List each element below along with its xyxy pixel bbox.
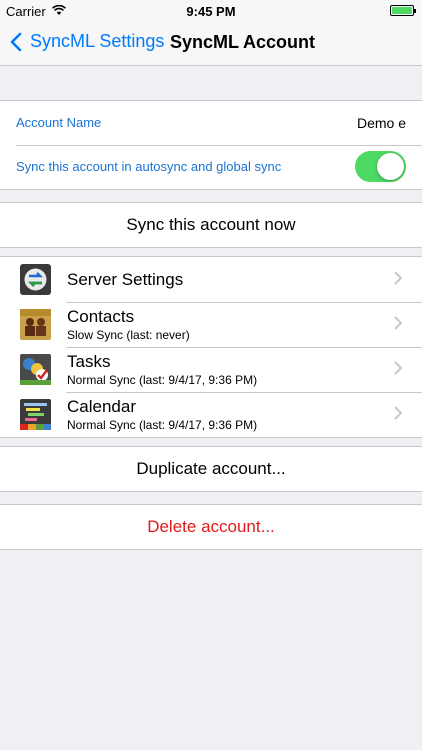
list-item-contacts[interactable]: Contacts Slow Sync (last: never): [0, 302, 422, 347]
chevron-right-icon: [394, 314, 403, 335]
item-subtitle: Normal Sync (last: 9/4/17, 9:36 PM): [67, 418, 258, 432]
sync-items-group: Server Settings Contacts Slow Sync (last…: [0, 256, 422, 438]
status-bar: Carrier 9:45 PM: [0, 0, 422, 22]
battery-icon: [390, 5, 416, 16]
chevron-right-icon: [394, 359, 403, 380]
page-title: SyncML Account: [170, 32, 316, 52]
delete-group: Delete account...: [0, 504, 422, 550]
sync-now-group: Sync this account now: [0, 202, 422, 248]
account-name-value[interactable]: Demo e: [357, 115, 406, 131]
back-button[interactable]: SyncML Settings: [10, 31, 164, 52]
item-title: Server Settings: [67, 270, 184, 289]
navigation-bar: SyncML Settings SyncML Account: [0, 22, 422, 66]
chevron-right-icon: [394, 404, 403, 425]
list-item-calendar[interactable]: Calendar Normal Sync (last: 9/4/17, 9:36…: [0, 392, 422, 437]
item-subtitle: Normal Sync (last: 9/4/17, 9:36 PM): [67, 373, 258, 387]
tasks-icon: [20, 354, 51, 385]
autosync-toggle[interactable]: [355, 151, 406, 182]
autosync-label: Sync this account in autosync and global…: [16, 159, 282, 174]
duplicate-account-button[interactable]: Duplicate account...: [0, 447, 422, 491]
toggle-knob: [377, 153, 404, 180]
duplicate-group: Duplicate account...: [0, 446, 422, 492]
list-item-tasks[interactable]: Tasks Normal Sync (last: 9/4/17, 9:36 PM…: [0, 347, 422, 392]
calendar-icon: [20, 399, 51, 430]
account-name-row[interactable]: Account Name Demo e: [0, 101, 422, 145]
item-subtitle: Slow Sync (last: never): [67, 328, 190, 342]
autosync-row: Sync this account in autosync and global…: [0, 145, 422, 189]
delete-account-button[interactable]: Delete account...: [0, 505, 422, 549]
server-settings-icon: [20, 264, 51, 295]
sync-now-button[interactable]: Sync this account now: [0, 203, 422, 247]
back-button-label: SyncML Settings: [30, 31, 165, 51]
contacts-icon: [20, 309, 51, 340]
list-item-server-settings[interactable]: Server Settings: [0, 257, 422, 302]
account-name-label: Account Name: [16, 115, 102, 130]
item-title: Contacts: [67, 307, 135, 326]
chevron-left-icon: [10, 32, 22, 51]
item-title: Tasks: [67, 352, 111, 371]
chevron-right-icon: [394, 269, 403, 290]
account-group: Account Name Demo e Sync this account in…: [0, 100, 422, 190]
item-title: Calendar: [67, 397, 136, 416]
status-time: 9:45 PM: [186, 4, 236, 19]
